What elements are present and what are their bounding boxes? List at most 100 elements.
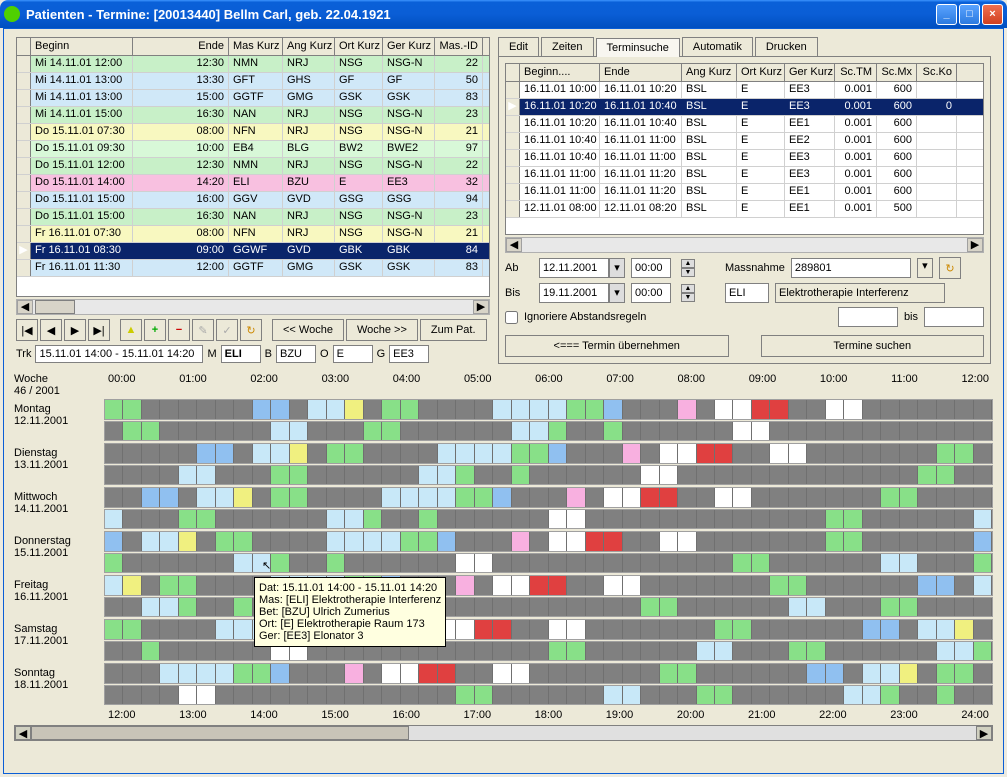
- timeline-bar[interactable]: [104, 641, 993, 662]
- table-row[interactable]: 16.11.01 11:0016.11.01 11:20BSLEEE10.001…: [506, 184, 983, 201]
- timeline-bar[interactable]: [104, 421, 993, 442]
- table-row[interactable]: Do 15.11.01 07:3008:00NFNNRJNSGNSG-N21: [17, 124, 489, 141]
- tab-edit[interactable]: Edit: [498, 37, 539, 56]
- search-results-grid[interactable]: Beginn....EndeAng KurzOrt KurzGer KurzSc…: [505, 63, 984, 235]
- confirm-button[interactable]: ✓: [216, 319, 238, 341]
- minimize-button[interactable]: _: [936, 4, 957, 25]
- edit-button[interactable]: ✎: [192, 319, 214, 341]
- nav-next-button[interactable]: ▶: [64, 319, 86, 341]
- scroll-left-icon[interactable]: ◀: [506, 238, 522, 252]
- tab-terminsuche[interactable]: Terminsuche: [596, 38, 680, 57]
- eli-input[interactable]: [725, 283, 769, 303]
- timeline-bar[interactable]: [104, 619, 993, 640]
- column-header[interactable]: Ort Kurz: [737, 64, 785, 81]
- trk-range-input[interactable]: [35, 345, 203, 363]
- table-row[interactable]: Do 15.11.01 12:0012:30NMNNRJNSGNSG-N22: [17, 158, 489, 175]
- bis-date-input[interactable]: [539, 283, 609, 303]
- tab-zeiten[interactable]: Zeiten: [541, 37, 594, 56]
- column-header[interactable]: Ang Kurz: [682, 64, 737, 81]
- refresh-icon[interactable]: ↻: [939, 257, 961, 279]
- scroll-right-icon[interactable]: ▶: [967, 238, 983, 252]
- timeline-bar[interactable]: [104, 443, 993, 464]
- timeline-bar[interactable]: [104, 575, 993, 596]
- table-row[interactable]: 16.11.01 10:0016.11.01 10:20BSLEEE30.001…: [506, 82, 983, 99]
- timeline-hscroll[interactable]: ◀ ▶: [14, 725, 993, 741]
- ignore-checkbox[interactable]: [505, 311, 518, 324]
- add-button[interactable]: +: [144, 319, 166, 341]
- nav-first-button[interactable]: |◀: [16, 319, 38, 341]
- table-row[interactable]: 16.11.01 10:4016.11.01 11:00BSLEEE30.001…: [506, 150, 983, 167]
- ab-date-input[interactable]: [539, 258, 609, 278]
- spin-down-icon[interactable]: ▼: [681, 293, 695, 302]
- spin-down-icon[interactable]: ▼: [681, 268, 695, 277]
- scroll-left-icon[interactable]: ◀: [17, 300, 33, 314]
- scroll-thumb[interactable]: [35, 300, 75, 314]
- scroll-left-icon[interactable]: ◀: [15, 726, 31, 740]
- right-grid-hscroll[interactable]: ◀ ▶: [505, 237, 984, 253]
- maximize-button[interactable]: □: [959, 4, 980, 25]
- table-row[interactable]: Do 15.11.01 15:0016:30NANNRJNSGNSG-N23: [17, 209, 489, 226]
- termine-suchen-button[interactable]: Termine suchen: [761, 335, 985, 357]
- nav-last-button[interactable]: ▶|: [88, 319, 110, 341]
- appointments-grid[interactable]: BeginnEndeMas KurzAng KurzOrt KurzGer Ku…: [16, 37, 490, 297]
- table-row[interactable]: 12.11.01 08:0012.11.01 08:20BSLEEE10.001…: [506, 201, 983, 218]
- table-row[interactable]: Do 15.11.01 15:0016:00GGVGVDGSGGSG94: [17, 192, 489, 209]
- scroll-thumb[interactable]: [31, 726, 409, 740]
- table-row[interactable]: Mi 14.11.01 13:0015:00GGTFGMGGSKGSK83: [17, 90, 489, 107]
- timeline-bar[interactable]: [104, 663, 993, 684]
- column-header[interactable]: Sc.TM: [835, 64, 877, 81]
- timeline-bar[interactable]: [104, 487, 993, 508]
- column-header[interactable]: Ger Kurz: [383, 38, 435, 55]
- zum-patient-button[interactable]: Zum Pat.: [420, 319, 487, 341]
- scroll-right-icon[interactable]: ▶: [976, 726, 992, 740]
- table-row[interactable]: Mi 14.11.01 15:0016:30NANNRJNSGNSG-N23: [17, 107, 489, 124]
- table-row[interactable]: 16.11.01 10:4016.11.01 11:00BSLEEE20.001…: [506, 133, 983, 150]
- nav-prev-button[interactable]: ◀: [40, 319, 62, 341]
- scroll-right-icon[interactable]: ▶: [473, 300, 489, 314]
- marker-yellow-button[interactable]: ▲: [120, 319, 142, 341]
- timeline-bar[interactable]: [104, 597, 993, 618]
- trk-g-input[interactable]: [389, 345, 429, 363]
- spin-up-icon[interactable]: ▲: [681, 259, 695, 268]
- column-header[interactable]: Ang Kurz: [283, 38, 335, 55]
- close-button[interactable]: ×: [982, 4, 1003, 25]
- column-header[interactable]: Ger Kurz: [785, 64, 835, 81]
- week-next-button[interactable]: Woche >>: [346, 319, 418, 341]
- timeline-bar[interactable]: [104, 399, 993, 420]
- column-header[interactable]: Ende: [600, 64, 682, 81]
- tab-drucken[interactable]: Drucken: [755, 37, 818, 56]
- timeline-bar[interactable]: [104, 553, 993, 574]
- termin-uebernehmen-button[interactable]: <=== Termin übernehmen: [505, 335, 729, 357]
- timeline-bar[interactable]: [104, 531, 993, 552]
- table-row[interactable]: ▶16.11.01 10:2016.11.01 10:40BSLEEE30.00…: [506, 99, 983, 116]
- range-from-input[interactable]: [838, 307, 898, 327]
- range-to-input[interactable]: [924, 307, 984, 327]
- table-row[interactable]: Fr 16.11.01 07:3008:00NFNNRJNSGNSG-N21: [17, 226, 489, 243]
- dropdown-icon[interactable]: ▾: [917, 258, 933, 278]
- delete-button[interactable]: −: [168, 319, 190, 341]
- table-row[interactable]: 16.11.01 10:2016.11.01 10:40BSLEEE10.001…: [506, 116, 983, 133]
- timeline-bar[interactable]: [104, 465, 993, 486]
- table-row[interactable]: Fr 16.11.01 11:3012:00GGTFGMGGSKGSK83: [17, 260, 489, 277]
- refresh-button[interactable]: ↻: [240, 319, 262, 341]
- column-header[interactable]: Ende: [133, 38, 229, 55]
- timeline-bar[interactable]: [104, 509, 993, 530]
- tab-automatik[interactable]: Automatik: [682, 37, 753, 56]
- table-row[interactable]: Mi 14.11.01 13:0013:30GFTGHSGFGF50: [17, 73, 489, 90]
- table-row[interactable]: Do 15.11.01 09:3010:00EB4BLGBW2BWE297: [17, 141, 489, 158]
- column-header[interactable]: Sc.Mx: [877, 64, 917, 81]
- table-row[interactable]: Do 15.11.01 14:0014:20ELIBZUEEE332: [17, 175, 489, 192]
- massnahme-input[interactable]: [791, 258, 911, 278]
- bis-time-input[interactable]: [631, 283, 671, 303]
- table-row[interactable]: Mi 14.11.01 12:0012:30NMNNRJNSGNSG-N22: [17, 56, 489, 73]
- trk-m-input[interactable]: [221, 345, 261, 363]
- dropdown-icon[interactable]: ▾: [609, 258, 625, 278]
- column-header[interactable]: Mas Kurz: [229, 38, 283, 55]
- column-header[interactable]: Sc.Ko: [917, 64, 957, 81]
- table-row[interactable]: 16.11.01 11:0016.11.01 11:20BSLEEE30.001…: [506, 167, 983, 184]
- column-header[interactable]: Beginn....: [520, 64, 600, 81]
- dropdown-icon[interactable]: ▾: [609, 283, 625, 303]
- column-header[interactable]: Ort Kurz: [335, 38, 383, 55]
- trk-b-input[interactable]: [276, 345, 316, 363]
- left-grid-hscroll[interactable]: ◀ ▶: [16, 299, 490, 315]
